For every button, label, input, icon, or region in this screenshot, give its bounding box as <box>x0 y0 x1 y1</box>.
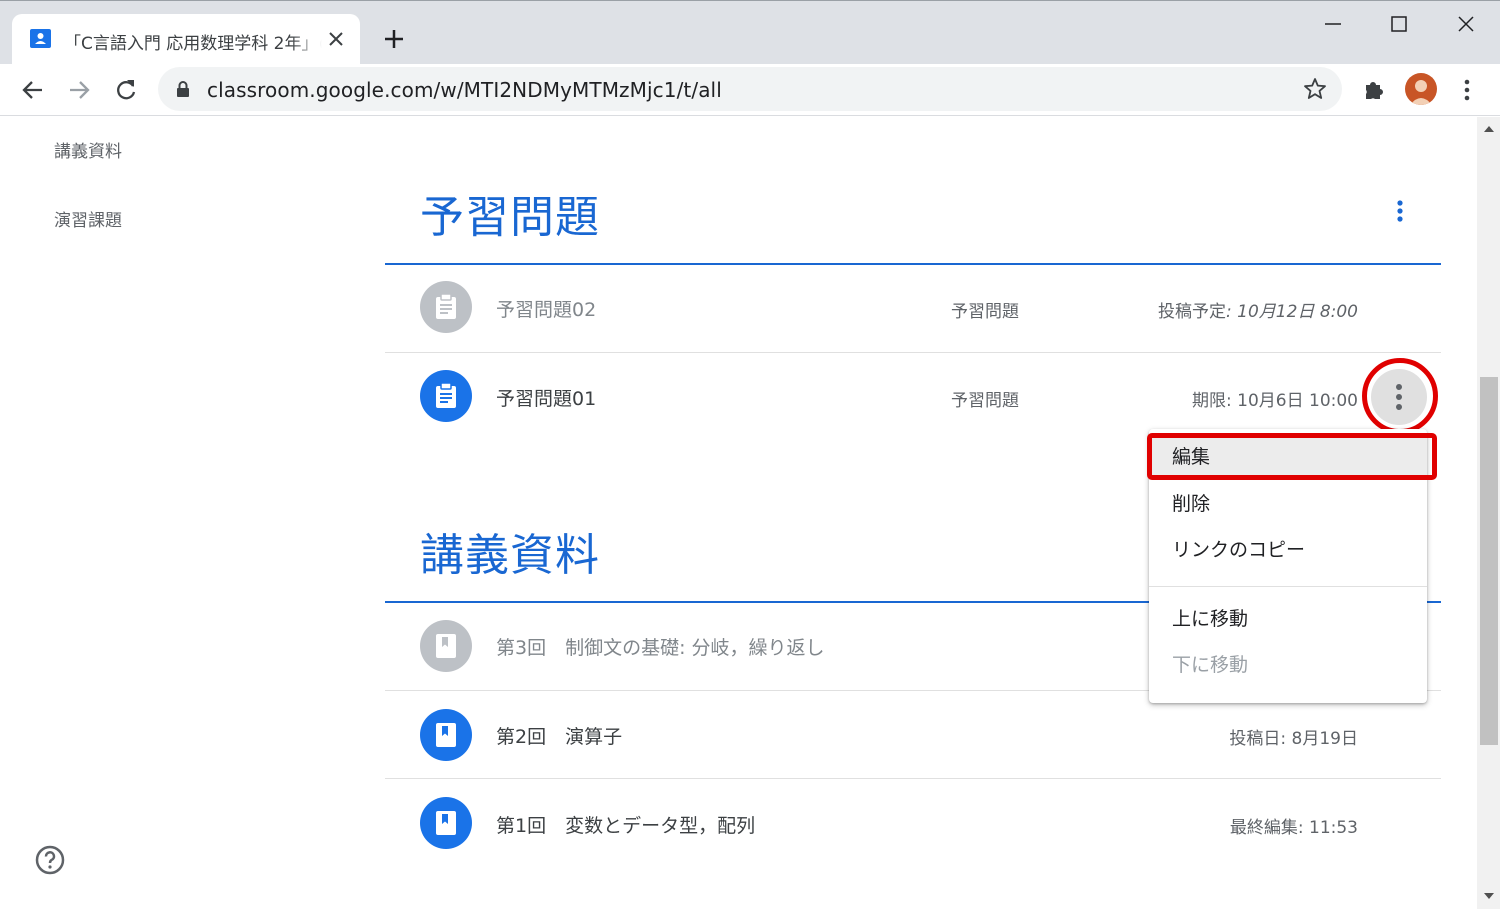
item-title[interactable]: 予習問題01 <box>496 384 596 411</box>
scroll-up-arrow-icon[interactable] <box>1480 120 1498 138</box>
plus-icon[interactable] <box>380 25 408 53</box>
menu-item-delete[interactable]: 削除 <box>1149 481 1427 527</box>
classroom-favicon <box>30 29 51 48</box>
annotation-circle <box>1362 358 1438 434</box>
back-arrow-icon[interactable] <box>19 76 47 104</box>
item-title[interactable]: 予習問題02 <box>496 295 596 322</box>
kebab-icon[interactable] <box>1453 76 1481 104</box>
section-title-preview: 予習問題 <box>420 192 600 243</box>
material-icon <box>420 797 472 849</box>
tab-strip: 「C言語入門 応用数理学科 2年」の <box>0 0 1500 65</box>
scrollbar-thumb[interactable] <box>1480 377 1498 745</box>
star-icon[interactable] <box>1302 76 1328 102</box>
section-more-icon[interactable] <box>1386 195 1414 227</box>
tab-title: 「C言語入門 応用数理学科 2年」の <box>64 34 322 54</box>
item-title[interactable]: 第1回 変数とデータ型，配列 <box>496 811 755 838</box>
item-date: 投稿予定: 10月12日 8:00 <box>1158 297 1358 322</box>
close-icon[interactable] <box>324 27 348 51</box>
menu-item-move-up[interactable]: 上に移動 <box>1149 596 1427 642</box>
item-topic: 予習問題 <box>951 302 1019 322</box>
help-icon[interactable] <box>34 844 66 876</box>
material-icon <box>420 620 472 672</box>
url-text[interactable]: classroom.google.com/w/MTI2NDMyMTMzMjc1/… <box>207 78 722 102</box>
item-date-value: : 10月12日 8:00 <box>1226 302 1358 322</box>
address-bar[interactable]: classroom.google.com/w/MTI2NDMyMTMzMjc1/… <box>158 67 1342 111</box>
browser-tab[interactable]: 「C言語入門 応用数理学科 2年」の <box>12 14 360 65</box>
sidebar-item-exercises[interactable]: 演習課題 <box>54 206 122 231</box>
puzzle-icon[interactable] <box>1360 76 1388 104</box>
row-divider <box>385 778 1441 779</box>
scroll-down-arrow-icon[interactable] <box>1480 887 1498 905</box>
avatar[interactable] <box>1405 73 1437 105</box>
section-divider <box>385 263 1441 265</box>
lock-icon[interactable] <box>175 80 191 98</box>
section-title-lecture-materials: 講義資料 <box>420 530 600 581</box>
item-date-prefix: 投稿予定 <box>1158 302 1227 322</box>
menu-item-move-down: 下に移動 <box>1172 654 1249 676</box>
menu-item-copy-link[interactable]: リンクのコピー <box>1149 527 1427 573</box>
assignment-icon <box>420 281 472 333</box>
avatar-person-icon <box>1410 80 1432 105</box>
assignment-icon <box>420 370 472 422</box>
item-date: 最終編集: 11:53 <box>1229 818 1358 838</box>
menu-divider <box>1149 586 1427 587</box>
item-title[interactable]: 第3回 制御文の基礎: 分岐，繰り返し <box>496 633 825 660</box>
item-title[interactable]: 第2回 演算子 <box>496 722 622 749</box>
browser-toolbar: classroom.google.com/w/MTI2NDMyMTMzMjc1/… <box>0 64 1500 116</box>
item-topic: 予習問題 <box>951 391 1019 411</box>
forward-arrow-icon[interactable] <box>65 76 93 104</box>
sidebar-item-lecture-materials[interactable]: 講義資料 <box>54 137 122 162</box>
material-icon <box>420 709 472 761</box>
annotation-box <box>1147 433 1437 480</box>
item-date: 投稿日: 8月19日 <box>1229 729 1358 749</box>
row-divider <box>385 352 1441 353</box>
item-date: 期限: 10月6日 10:00 <box>1192 391 1358 411</box>
maximize-icon[interactable] <box>1384 11 1414 39</box>
minimize-icon[interactable] <box>1318 11 1348 39</box>
window-close-icon[interactable] <box>1451 11 1481 39</box>
classroom-page: 講義資料 演習課題 予習問題 予習問題02 予習問題 投稿予定: 10月12日 … <box>0 117 1477 909</box>
reload-icon[interactable] <box>112 76 140 104</box>
